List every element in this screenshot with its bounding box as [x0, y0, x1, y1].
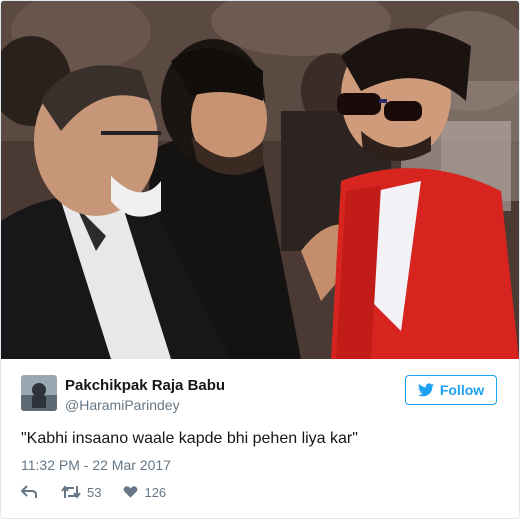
- twitter-bird-icon: [417, 383, 434, 397]
- retweet-count: 53: [87, 484, 102, 500]
- reply-icon: [21, 485, 37, 498]
- tweet-text: "Kabhi insaano waale kapde bhi pehen liy…: [21, 430, 358, 447]
- follow-button[interactable]: Follow: [405, 375, 497, 405]
- tweet-actions: 53 126: [21, 483, 166, 501]
- retweet-icon: [61, 485, 81, 499]
- author-name[interactable]: Pakchikpak Raja Babu: [65, 377, 225, 394]
- follow-label: Follow: [439, 382, 485, 398]
- photo-illustration: [1, 1, 519, 359]
- retweet-button[interactable]: 53: [61, 485, 101, 500]
- tweet-timestamp[interactable]: 11:32 PM - 22 Mar 2017: [21, 457, 171, 473]
- like-count: 126: [144, 484, 167, 500]
- tweet-card: Pakchikpak Raja Babu @HaramiParindey Fol…: [0, 0, 520, 519]
- author-handle[interactable]: @HaramiParindey: [65, 397, 180, 413]
- author-avatar[interactable]: [21, 375, 57, 411]
- heart-icon: [124, 486, 138, 498]
- reply-button[interactable]: [21, 485, 37, 499]
- like-button[interactable]: 126: [123, 485, 166, 500]
- avatar-image: [21, 375, 57, 411]
- tweet-photo[interactable]: [1, 1, 519, 359]
